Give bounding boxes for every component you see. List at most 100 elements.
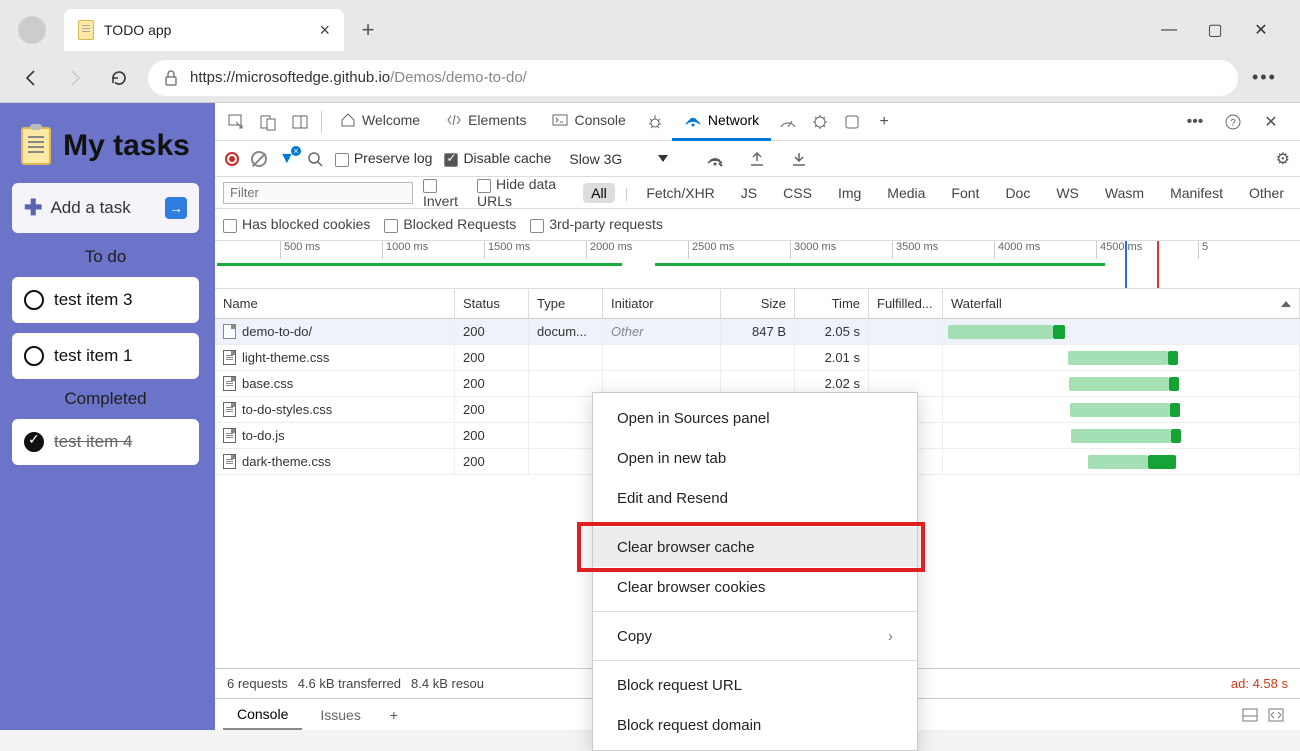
- record-icon[interactable]: [225, 152, 239, 166]
- filter-type[interactable]: Media: [879, 183, 933, 203]
- task-label: test item 4: [54, 432, 132, 452]
- checkbox-icon[interactable]: [24, 290, 44, 310]
- task-item[interactable]: test item 3: [12, 277, 199, 323]
- status-load: ad: 4.58 s: [1231, 676, 1288, 691]
- timeline-overview[interactable]: 500 ms 1000 ms 1500 ms 2000 ms 2500 ms 3…: [215, 241, 1300, 289]
- import-icon[interactable]: [742, 144, 772, 174]
- more-tabs-icon[interactable]: +: [869, 107, 899, 137]
- minimize-icon[interactable]: —: [1160, 21, 1178, 39]
- separator: [321, 111, 322, 133]
- checkbox-checked-icon[interactable]: [24, 432, 44, 452]
- third-party-checkbox[interactable]: 3rd-party requests: [530, 216, 663, 232]
- refresh-button[interactable]: [104, 63, 134, 93]
- preserve-log-checkbox[interactable]: Preserve log: [335, 150, 433, 166]
- col-type[interactable]: Type: [529, 289, 603, 318]
- tab-console[interactable]: Console: [540, 103, 637, 141]
- menu-copy[interactable]: Copy›: [593, 616, 917, 656]
- filter-type[interactable]: JS: [733, 183, 765, 203]
- col-time[interactable]: Time: [795, 289, 869, 318]
- col-fulfilled[interactable]: Fulfilled...: [869, 289, 943, 318]
- add-task-input[interactable]: ✚ Add a task →: [12, 183, 199, 233]
- filter-type[interactable]: Fetch/XHR: [638, 183, 722, 203]
- network-conditions-icon[interactable]: [700, 144, 730, 174]
- window-controls: — ▢ ✕: [1160, 21, 1292, 39]
- filter-type[interactable]: Manifest: [1162, 183, 1231, 203]
- more-button[interactable]: •••: [1252, 67, 1277, 88]
- settings-icon[interactable]: ⚙: [1276, 149, 1290, 169]
- menu-separator: [593, 522, 917, 523]
- context-menu: Open in Sources panel Open in new tab Ed…: [592, 392, 918, 751]
- hide-data-checkbox[interactable]: Hide data URLs: [477, 176, 573, 208]
- checkbox-icon[interactable]: [24, 346, 44, 366]
- dock-icon[interactable]: [285, 107, 315, 137]
- col-name[interactable]: Name: [215, 289, 455, 318]
- browser-tab[interactable]: TODO app ×: [64, 9, 344, 51]
- clipboard-icon: [21, 127, 51, 165]
- filter-type[interactable]: Other: [1241, 183, 1292, 203]
- help-icon[interactable]: ?: [1218, 107, 1248, 137]
- filter-type[interactable]: Doc: [997, 183, 1038, 203]
- table-row[interactable]: demo-to-do/ 200 docum... Other 847 B 2.0…: [215, 319, 1300, 345]
- application-icon[interactable]: [837, 107, 867, 137]
- status-transferred: 4.6 kB transferred: [298, 676, 401, 691]
- task-item[interactable]: test item 1: [12, 333, 199, 379]
- memory-icon[interactable]: [805, 107, 835, 137]
- menu-open-sources[interactable]: Open in Sources panel: [593, 398, 917, 438]
- col-initiator[interactable]: Initiator: [603, 289, 721, 318]
- performance-icon[interactable]: [773, 107, 803, 137]
- todo-header: My tasks: [12, 117, 199, 183]
- new-tab-button[interactable]: +: [352, 14, 384, 46]
- maximize-icon[interactable]: ▢: [1206, 21, 1224, 39]
- drawer-tab-issues[interactable]: Issues: [306, 701, 374, 729]
- tab-close-icon[interactable]: ×: [319, 20, 330, 41]
- tab-welcome[interactable]: Welcome: [328, 103, 432, 141]
- tab-bar: TODO app × + — ▢ ✕: [0, 0, 1300, 52]
- drawer-add-icon[interactable]: +: [379, 700, 409, 730]
- export-icon[interactable]: [784, 144, 814, 174]
- status-resources: 8.4 kB resou: [411, 676, 484, 691]
- task-item-done[interactable]: test item 4: [12, 419, 199, 465]
- drawer-dock-icon[interactable]: [1242, 708, 1258, 722]
- close-devtools-icon[interactable]: ✕: [1256, 107, 1286, 137]
- col-status[interactable]: Status: [455, 289, 529, 318]
- back-button[interactable]: [16, 63, 46, 93]
- search-icon[interactable]: [307, 151, 323, 167]
- more-icon[interactable]: •••: [1180, 107, 1210, 137]
- favicon-icon: [78, 20, 94, 40]
- filter-type[interactable]: CSS: [775, 183, 820, 203]
- filter-type[interactable]: WS: [1048, 183, 1087, 203]
- menu-clear-cache[interactable]: Clear browser cache: [593, 527, 917, 567]
- blocked-cookies-checkbox[interactable]: Has blocked cookies: [223, 216, 370, 232]
- device-icon[interactable]: [253, 107, 283, 137]
- drawer-tab-console[interactable]: Console: [223, 700, 302, 730]
- profile-icon[interactable]: [18, 16, 46, 44]
- submit-icon[interactable]: →: [165, 197, 187, 219]
- disable-cache-checkbox[interactable]: Disable cache: [444, 150, 551, 166]
- url-field[interactable]: https://microsoftedge.github.io/Demos/de…: [148, 60, 1238, 96]
- drawer-expand-icon[interactable]: [1268, 708, 1284, 722]
- bug-icon[interactable]: [640, 107, 670, 137]
- invert-checkbox[interactable]: Invert: [423, 176, 467, 208]
- filter-type[interactable]: Img: [830, 183, 869, 203]
- blocked-requests-checkbox[interactable]: Blocked Requests: [384, 216, 516, 232]
- tab-elements[interactable]: Elements: [434, 103, 538, 141]
- clear-icon[interactable]: [251, 151, 267, 167]
- table-row[interactable]: light-theme.css 200 2.01 s: [215, 345, 1300, 371]
- filter-type[interactable]: Font: [943, 183, 987, 203]
- todo-title: My tasks: [63, 129, 190, 163]
- col-size[interactable]: Size: [721, 289, 795, 318]
- inspect-icon[interactable]: [221, 107, 251, 137]
- menu-edit-resend[interactable]: Edit and Resend: [593, 478, 917, 518]
- menu-clear-cookies[interactable]: Clear browser cookies: [593, 567, 917, 607]
- tab-network[interactable]: Network: [672, 103, 771, 141]
- menu-block-domain[interactable]: Block request domain: [593, 705, 917, 745]
- filter-type[interactable]: Wasm: [1097, 183, 1152, 203]
- filter-input[interactable]: [223, 182, 413, 204]
- menu-block-url[interactable]: Block request URL: [593, 665, 917, 705]
- close-icon[interactable]: ✕: [1252, 21, 1270, 39]
- filter-icon[interactable]: ▼: [279, 150, 295, 168]
- throttle-select[interactable]: Slow 3G: [563, 148, 688, 170]
- filter-all[interactable]: All: [583, 183, 615, 203]
- menu-open-tab[interactable]: Open in new tab: [593, 438, 917, 478]
- col-waterfall[interactable]: Waterfall: [943, 289, 1300, 318]
